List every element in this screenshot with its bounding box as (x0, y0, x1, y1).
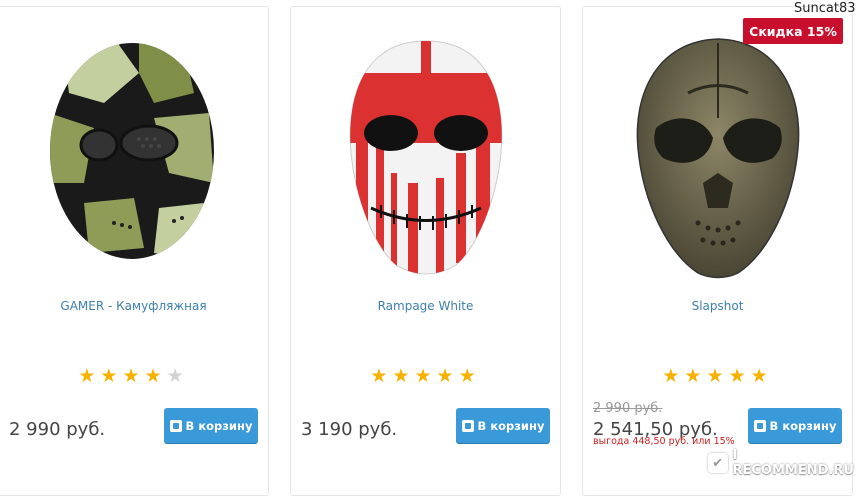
discount-savings: выгода 448,50 руб. или 15% (593, 436, 735, 447)
watermark: ✔ I RECOMMEND.RU (708, 448, 860, 478)
star-icon: ★ (78, 365, 100, 387)
rating-stars: ★★★★★ (583, 365, 852, 387)
star-icon: ★ (392, 365, 414, 387)
star-icon: ★ (662, 365, 684, 387)
add-to-cart-label: В корзину (478, 419, 545, 433)
rating-stars: ★★★★★ (0, 365, 268, 387)
add-to-cart-label: В корзину (770, 419, 837, 433)
star-icon: ★ (122, 365, 144, 387)
product-image-slapshot-mask[interactable] (628, 33, 808, 283)
discount-badge: Скидка 15% (743, 18, 843, 44)
product-card-gamer[interactable]: GAMER - Камуфляжная ★★★★★ 2 990 руб. В к… (0, 6, 269, 496)
cart-icon (170, 420, 182, 432)
product-title[interactable]: GAMER - Камуфляжная (0, 299, 268, 313)
star-icon: ★ (437, 365, 459, 387)
star-icon: ★ (145, 365, 167, 387)
star-empty-icon: ★ (167, 365, 189, 387)
star-icon: ★ (706, 365, 728, 387)
star-icon: ★ (751, 365, 773, 387)
product-image-gamer-mask[interactable] (44, 33, 224, 283)
product-image-rampage-mask[interactable] (336, 33, 516, 283)
product-title[interactable]: Slapshot (583, 299, 852, 313)
star-icon: ★ (370, 365, 392, 387)
watermark-text: I RECOMMEND.RU (733, 448, 860, 478)
add-to-cart-button[interactable]: В корзину (748, 408, 842, 443)
star-icon: ★ (100, 365, 122, 387)
cart-icon (462, 420, 474, 432)
recommend-logo-icon: ✔ (708, 453, 728, 473)
add-to-cart-label: В корзину (186, 419, 253, 433)
star-icon: ★ (459, 365, 481, 387)
username: Suncat83 (794, 1, 855, 16)
star-icon: ★ (684, 365, 706, 387)
add-to-cart-button[interactable]: В корзину (164, 408, 258, 443)
product-title[interactable]: Rampage White (291, 299, 560, 313)
product-price: 2 990 руб. (9, 419, 105, 440)
cart-icon (754, 420, 766, 432)
add-to-cart-button[interactable]: В корзину (456, 408, 550, 443)
product-card-slapshot[interactable]: Slapshot ★★★★★ 2 990 руб. 2 541,50 руб. … (582, 6, 853, 496)
old-price: 2 990 руб. (593, 401, 662, 416)
product-price: 3 190 руб. (301, 419, 397, 440)
product-card-rampage-white[interactable]: Rampage White ★★★★★ 3 190 руб. В корзину (290, 6, 561, 496)
star-icon: ★ (414, 365, 436, 387)
rating-stars: ★★★★★ (291, 365, 560, 387)
star-icon: ★ (729, 365, 751, 387)
